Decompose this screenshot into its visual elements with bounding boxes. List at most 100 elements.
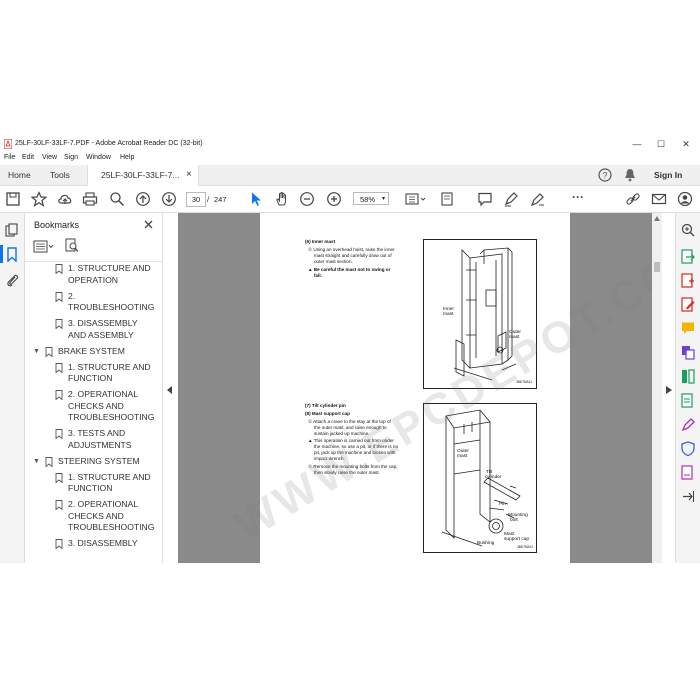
bookmark-item[interactable]: STEERING SYSTEM [58, 456, 140, 468]
print-icon[interactable] [82, 191, 98, 207]
help-icon[interactable]: ? [598, 168, 612, 182]
bookmark-item[interactable]: 3. DISASSEMBLY AND ASSEMBLY [68, 318, 138, 341]
request-signatures-icon[interactable] [681, 465, 695, 480]
tab-bar: Home Tools 25LF-30LF-33LF-7... × ? Sign … [0, 165, 700, 186]
bookmark-panel-icon[interactable] [6, 247, 18, 262]
combine-files-icon[interactable] [681, 345, 695, 360]
bookmark-icon [55, 390, 63, 400]
caret-left-icon[interactable] [167, 386, 173, 394]
bookmark-icon [55, 319, 63, 329]
star-icon[interactable] [31, 191, 47, 207]
mail-icon[interactable] [651, 191, 667, 207]
tab-document[interactable]: 25LF-30LF-33LF-7... × [87, 165, 199, 186]
select-cursor-icon[interactable] [248, 191, 264, 207]
tab-close-icon[interactable]: × [186, 165, 192, 185]
bookmark-label: BRAKE SYSTEM [58, 345, 125, 356]
bookmark-item[interactable]: 2. TROUBLESHOOTING [68, 291, 154, 314]
caret-right-icon[interactable] [666, 386, 672, 394]
collapse-panel-handle[interactable] [163, 213, 177, 563]
bookmark-label: 1. STRUCTURE AND [68, 471, 151, 482]
bookmark-label: OPERATION [68, 274, 118, 285]
organize-pages-icon[interactable] [681, 369, 695, 384]
tab-document-label: 25LF-30LF-33LF-7... [101, 170, 180, 180]
bookmark-item[interactable]: 3. DISASSEMBLY [68, 538, 138, 550]
bookmark-item[interactable]: 1. STRUCTURE AND FUNCTION [68, 362, 151, 385]
fill-sign-icon[interactable] [681, 417, 695, 432]
bookmark-item[interactable]: 1. STRUCTURE AND OPERATION [68, 263, 151, 286]
find-bookmark-icon[interactable] [65, 238, 79, 253]
account-icon[interactable] [677, 191, 693, 207]
more-tools-button[interactable]: ··· [572, 190, 584, 204]
sign-pen-icon[interactable] [530, 191, 546, 207]
bookmarks-title: Bookmarks [34, 220, 80, 230]
cloud-upload-icon[interactable] [57, 191, 73, 207]
scroll-up-icon[interactable] [654, 216, 660, 221]
section7-title: (7) Tilt cylinder pin [305, 403, 346, 408]
tab-home[interactable]: Home [8, 165, 31, 185]
page-separator: / [207, 195, 210, 204]
toolbar: 30 / 247 58% ▾ ··· [0, 186, 700, 213]
save-icon[interactable] [5, 191, 21, 207]
create-pdf-icon[interactable] [681, 273, 695, 288]
fig2-outer-label-2: mast [457, 454, 468, 459]
bookmark-icon [55, 264, 63, 274]
bookmark-label: CHECKS AND [68, 510, 124, 521]
zoom-select[interactable]: 58% ▾ [353, 192, 389, 205]
export-pdf-icon[interactable] [681, 249, 695, 264]
bookmarks-header: Bookmarks [25, 213, 162, 235]
menu-file[interactable]: File [4, 154, 15, 161]
tab-tools[interactable]: Tools [50, 165, 70, 185]
zoom-out-icon[interactable] [299, 191, 315, 207]
zoom-in-icon[interactable] [326, 191, 342, 207]
bookmark-label: 3. DISASSEMBLY [68, 538, 138, 548]
menu-edit[interactable]: Edit [22, 154, 34, 161]
search-icon[interactable] [109, 191, 125, 207]
attachment-icon[interactable] [5, 273, 19, 288]
edit-pdf-icon[interactable] [681, 297, 695, 312]
menu-sign[interactable]: Sign [64, 154, 78, 161]
document-viewport[interactable]: (6) Inner mast ① Using an overhead hoist… [178, 213, 652, 563]
section6-step1: ① Using an overhead hoist, raise the inn… [308, 247, 395, 252]
page-fit-icon[interactable] [404, 191, 428, 207]
window-title: 25LF-30LF-33LF-7.PDF - Adobe Acrobat Rea… [15, 140, 203, 147]
zoom-tool-icon[interactable] [681, 223, 695, 237]
protect-icon[interactable] [681, 441, 695, 456]
bell-icon[interactable] [624, 168, 636, 182]
active-panel-indicator [0, 245, 3, 263]
page-down-icon[interactable] [161, 191, 177, 207]
bookmark-icon [45, 346, 53, 357]
bookmark-icon [45, 456, 53, 467]
document-scrollbar[interactable] [652, 213, 662, 563]
hand-icon[interactable] [274, 191, 290, 207]
link-icon[interactable] [625, 191, 641, 207]
bookmark-options-icon[interactable] [33, 240, 55, 253]
sign-in-button[interactable]: Sign In [654, 165, 682, 185]
bookmark-item[interactable]: BRAKE SYSTEM [58, 346, 125, 358]
document-scroll-thumb[interactable] [654, 262, 660, 272]
menu-help[interactable]: Help [120, 154, 134, 161]
scroll-mode-icon[interactable] [439, 191, 463, 207]
page-thumbnails-icon[interactable] [5, 223, 19, 237]
menu-view[interactable]: View [42, 154, 57, 161]
comment-icon[interactable] [477, 191, 493, 207]
chevron-down-icon[interactable]: ▼ [33, 458, 40, 465]
bookmark-item[interactable]: 3. TESTS AND ADJUSTMENTS [68, 428, 132, 451]
close-window-button[interactable]: ✕ [675, 137, 697, 151]
title-bar: 25LF-30LF-33LF-7.PDF - Adobe Acrobat Rea… [0, 137, 700, 151]
bookmark-item[interactable]: 2. OPERATIONAL CHECKS AND TROUBLESHOOTING [68, 499, 154, 534]
minimize-button[interactable]: — [626, 137, 648, 151]
page-up-icon[interactable] [135, 191, 151, 207]
expand-tools-handle[interactable] [662, 213, 675, 563]
chevron-down-icon[interactable]: ▼ [33, 348, 40, 355]
highlight-pen-icon[interactable] [503, 191, 519, 207]
close-panel-icon[interactable] [144, 220, 153, 229]
scan-ocr-icon[interactable] [681, 393, 695, 408]
page-number-input[interactable]: 30 [186, 192, 206, 207]
maximize-button[interactable]: ☐ [650, 137, 672, 151]
bookmark-item[interactable]: 2. OPERATIONAL CHECKS AND TROUBLESHOOTING [68, 389, 154, 424]
bookmark-item[interactable]: 1. STRUCTURE AND FUNCTION [68, 472, 151, 495]
more-tools-icon[interactable] [681, 489, 695, 504]
menu-window[interactable]: Window [86, 154, 111, 161]
comment-tool-icon[interactable] [681, 321, 695, 335]
fig2-tilt-label-2: cylinder [485, 475, 502, 480]
